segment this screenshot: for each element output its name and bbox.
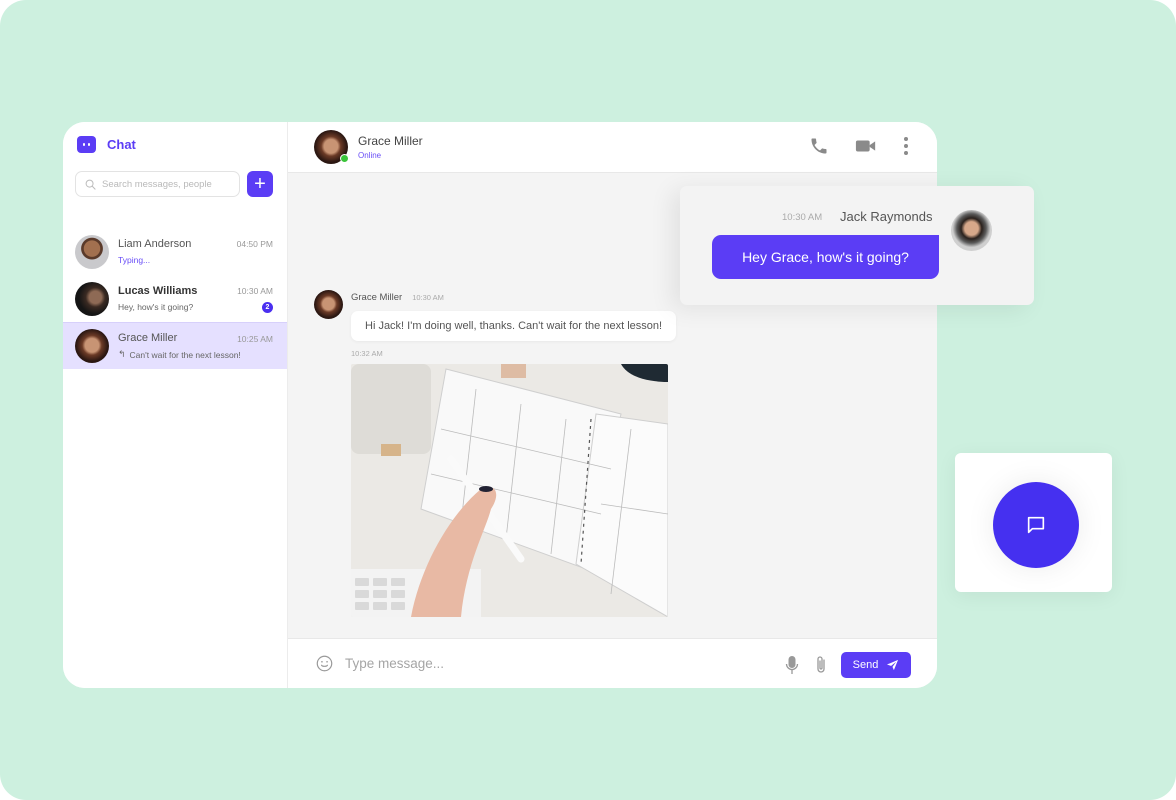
video-icon[interactable] <box>855 137 877 155</box>
conversation-status: Typing... <box>118 255 151 265</box>
message-bubble: Hi Jack! I'm doing well, thanks. Can't w… <box>351 311 677 341</box>
floating-sender-avatar <box>951 210 992 251</box>
send-button[interactable]: Send <box>841 652 911 678</box>
conversation-time: 10:25 AM <box>237 334 273 344</box>
search-icon <box>85 179 96 190</box>
floating-action-card <box>955 453 1112 592</box>
microphone-icon[interactable] <box>785 655 799 675</box>
sidebar: Chat + Liam Anderson Typing... 04:50 PM … <box>63 122 288 688</box>
conversation-preview: Can't wait for the next lesson! <box>129 349 241 360</box>
conversation-item-liam-anderson[interactable]: Liam Anderson Typing... 04:50 PM <box>63 228 287 275</box>
contact-name: Grace Miller <box>358 134 423 148</box>
open-chat-fab[interactable] <box>993 482 1079 568</box>
chat-header: Grace Miller Online <box>288 122 937 173</box>
online-indicator <box>340 154 349 163</box>
floating-message-card: 10:30 AM Jack Raymonds Hey Grace, how's … <box>680 186 1034 305</box>
paperclip-icon[interactable] <box>815 655 827 675</box>
brand: Chat <box>77 136 136 153</box>
floating-message-sender: Jack Raymonds <box>840 209 933 224</box>
new-chat-button[interactable]: + <box>247 171 273 197</box>
sender-avatar <box>314 290 343 319</box>
image-attachment[interactable] <box>351 364 668 617</box>
avatar <box>75 281 109 316</box>
floating-message-time: 10:30 AM <box>782 212 823 223</box>
more-vertical-icon[interactable] <box>903 136 909 156</box>
conversation-item-grace-miller[interactable]: Grace Miller ↰ Can't wait for the next l… <box>63 322 287 369</box>
floating-message-bubble: Hey Grace, how's it going? <box>712 235 939 279</box>
conversation-time: 10:30 AM <box>237 286 273 296</box>
message-square-icon <box>1027 516 1045 534</box>
chat-bot-icon <box>77 136 96 153</box>
conversation-item-lucas-williams[interactable]: Lucas Williams Hey, how's it going? 10:3… <box>63 275 287 322</box>
message-composer: Send <box>288 638 937 688</box>
message-sender: Grace Miller <box>351 292 403 303</box>
avatar <box>75 234 109 269</box>
unread-badge: 2 <box>262 302 273 313</box>
reply-icon: ↰ <box>118 349 126 359</box>
emoji-icon[interactable] <box>316 655 333 672</box>
planner-photo-illustration <box>351 364 668 617</box>
phone-icon[interactable] <box>809 136 829 156</box>
image-message-time: 10:32 AM <box>351 349 383 358</box>
search-box[interactable] <box>75 171 240 197</box>
avatar <box>75 329 109 363</box>
send-label: Send <box>852 659 879 671</box>
message-group: Grace Miller 10:30 AM Hi Jack! I'm doing… <box>314 290 677 341</box>
brand-label: Chat <box>107 137 136 152</box>
send-icon <box>887 659 899 671</box>
contact-avatar[interactable] <box>314 130 349 164</box>
message-time: 10:30 AM <box>412 293 444 302</box>
message-input[interactable] <box>345 656 745 671</box>
contact-status: Online <box>358 151 382 160</box>
conversation-list: Liam Anderson Typing... 04:50 PM Lucas W… <box>63 228 287 369</box>
search-input[interactable] <box>102 178 232 190</box>
conversation-time: 04:50 PM <box>236 239 273 249</box>
